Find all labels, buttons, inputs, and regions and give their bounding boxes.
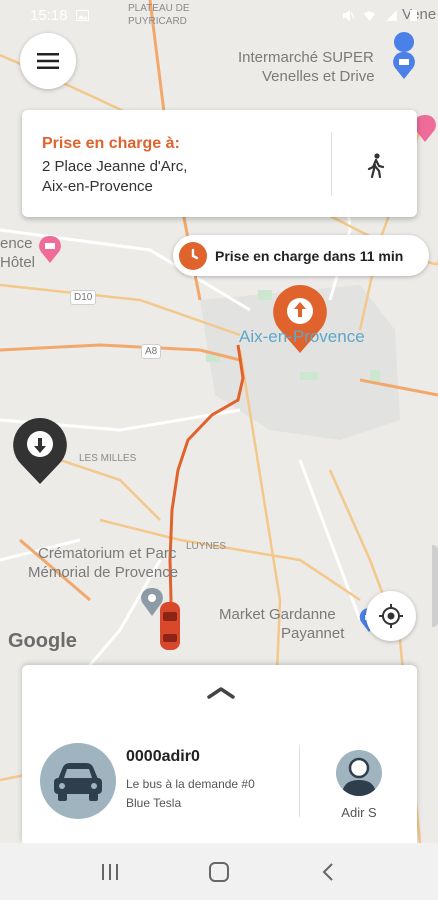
android-nav-bar: [0, 843, 438, 900]
pickup-card[interactable]: Prise en charge à: 2 Place Jeanne d'Arc,…: [22, 110, 417, 217]
pickup-divider: [331, 132, 332, 196]
menu-button[interactable]: [20, 33, 76, 89]
clock-icon: [179, 241, 207, 270]
vehicle-name: 0000adir0: [126, 748, 200, 765]
eta-pill: Prise en charge dans 11 min: [173, 235, 429, 276]
image-icon: [75, 9, 89, 21]
map-label-city: Aix-en-Provence: [239, 327, 365, 346]
chevron-up-icon: [207, 687, 235, 699]
map-label-hotel-1: ence: [0, 235, 33, 252]
vehicle-model: Blue Tesla: [126, 796, 182, 810]
map-label-crematorium-1: Crématorium et Parc: [38, 545, 177, 562]
trip-details-sheet[interactable]: 0000adir0 Le bus à la demande #0 Blue Te…: [22, 665, 417, 843]
map-label-market-1: Market Gardanne: [219, 606, 336, 623]
mute-icon: [343, 9, 354, 21]
my-location-button[interactable]: [366, 591, 416, 641]
map-label-intermarche-2: Venelles et Drive: [262, 68, 375, 85]
hamburger-icon: [37, 53, 59, 69]
map-label-crematorium-2: Mémorial de Provence: [28, 564, 179, 581]
dropoff-marker: [13, 418, 67, 484]
pickup-address-line1: 2 Place Jeanne d'Arc,: [42, 158, 188, 175]
map-label-hotel-2: Hôtel: [0, 254, 36, 271]
road-badge-d10: D10: [70, 290, 97, 305]
recent-apps-button[interactable]: [90, 852, 130, 892]
car-marker: [160, 602, 180, 650]
map-label-les-milles: LES MILLES: [79, 453, 137, 464]
vehicle-line: Le bus à la demande #0: [126, 777, 255, 791]
road-badge-a8: A8: [141, 344, 162, 359]
pickup-title: Prise en charge à:: [42, 135, 180, 152]
google-logo: Google: [8, 630, 77, 652]
expand-sheet-button[interactable]: [204, 683, 238, 703]
pickup-address: 2 Place Jeanne d'Arc, Aix-en-Provence: [42, 157, 187, 197]
home-icon: [208, 861, 229, 882]
back-button[interactable]: [308, 852, 348, 892]
sheet-divider: [299, 745, 300, 817]
driver-name: Adir S: [341, 805, 377, 820]
signal-icon: [386, 9, 397, 21]
walking-directions-button[interactable]: [353, 143, 398, 188]
driver-avatar[interactable]: [336, 750, 382, 796]
battery-icon: [410, 9, 417, 21]
recents-icon: [101, 863, 118, 880]
car-icon: [54, 763, 102, 801]
pickup-address-line2: Aix-en-Provence: [42, 178, 153, 195]
map-label-intermarche-1: Intermarché SUPER: [238, 49, 374, 66]
walking-person-icon: [367, 152, 384, 178]
back-chevron-icon: [322, 862, 334, 881]
status-bar: 15:18: [0, 0, 438, 30]
map-label-market-2: Payannet: [281, 625, 345, 642]
status-time: 15:18: [30, 6, 68, 24]
home-button[interactable]: [199, 852, 239, 892]
wifi-icon: [364, 11, 375, 21]
person-icon: [342, 757, 376, 796]
map-label-luynes: LUYNES: [186, 541, 227, 552]
crosshair-icon: [379, 604, 403, 628]
eta-text: Prise en charge dans 11 min: [215, 247, 404, 264]
vehicle-avatar: [40, 743, 116, 819]
